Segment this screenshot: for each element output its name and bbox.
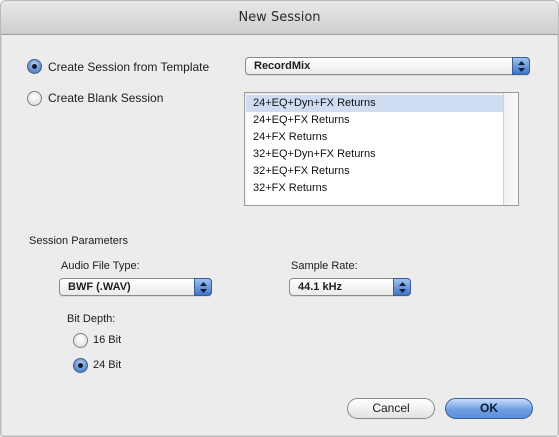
radio-selected-dot bbox=[78, 363, 83, 368]
bit-depth-24-radio[interactable] bbox=[73, 358, 88, 373]
ok-button[interactable]: OK bbox=[445, 398, 533, 419]
template-list[interactable]: 24+EQ+Dyn+FX Returns 24+EQ+FX Returns 24… bbox=[244, 92, 519, 206]
template-list-item[interactable]: 32+EQ+FX Returns bbox=[246, 163, 503, 180]
template-list-item[interactable]: 24+EQ+FX Returns bbox=[246, 112, 503, 129]
bit-depth-label: Bit Depth: bbox=[67, 313, 116, 325]
sample-rate-popup[interactable]: 44.1 kHz bbox=[289, 278, 411, 296]
template-list-item[interactable]: 32+FX Returns bbox=[246, 180, 503, 197]
new-session-dialog: New Session Create Session from Template… bbox=[0, 0, 559, 437]
template-list-item[interactable]: 24+EQ+Dyn+FX Returns bbox=[246, 95, 503, 112]
create-blank-session-label[interactable]: Create Blank Session bbox=[48, 91, 163, 105]
radio-selected-dot bbox=[32, 64, 37, 69]
sample-rate-value: 44.1 kHz bbox=[298, 281, 343, 293]
create-from-template-radio[interactable] bbox=[27, 59, 42, 74]
dialog-title: New Session bbox=[238, 10, 321, 25]
bit-depth-16-label[interactable]: 16 Bit bbox=[93, 334, 121, 346]
template-list-item[interactable]: 24+FX Returns bbox=[246, 129, 503, 146]
template-list-scrollbar[interactable] bbox=[503, 93, 518, 205]
template-list-item[interactable]: 32+EQ+Dyn+FX Returns bbox=[246, 146, 503, 163]
audio-file-type-label: Audio File Type: bbox=[61, 260, 140, 272]
audio-file-type-value: BWF (.WAV) bbox=[68, 281, 131, 293]
cancel-button[interactable]: Cancel bbox=[347, 398, 435, 419]
popup-arrows-icon bbox=[512, 57, 530, 75]
sample-rate-label: Sample Rate: bbox=[291, 260, 358, 272]
template-group-value: RecordMix bbox=[254, 60, 311, 72]
audio-file-type-popup[interactable]: BWF (.WAV) bbox=[59, 278, 212, 296]
bit-depth-24-label[interactable]: 24 Bit bbox=[93, 359, 121, 371]
bit-depth-16-radio[interactable] bbox=[73, 333, 88, 348]
session-parameters-heading: Session Parameters bbox=[29, 235, 129, 247]
popup-arrows-icon bbox=[194, 278, 212, 296]
template-group-popup[interactable]: RecordMix bbox=[245, 57, 530, 75]
create-from-template-label[interactable]: Create Session from Template bbox=[48, 60, 209, 74]
create-blank-session-radio[interactable] bbox=[27, 91, 42, 106]
title-bar: New Session bbox=[1, 1, 558, 35]
popup-arrows-icon bbox=[393, 278, 411, 296]
